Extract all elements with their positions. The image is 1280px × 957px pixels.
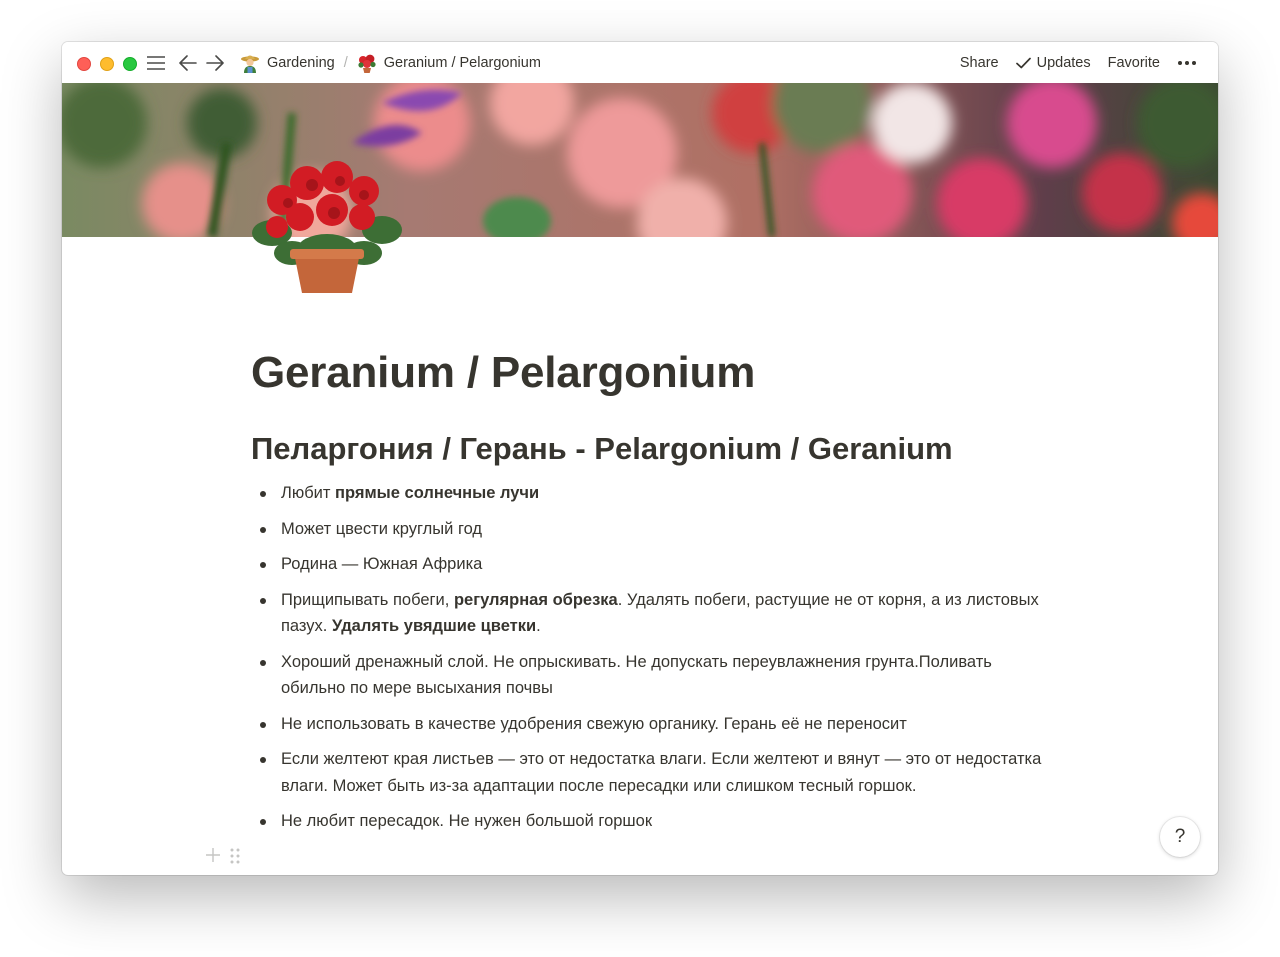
list-item[interactable]: Любит прямые солнечные лучи bbox=[251, 480, 1051, 507]
favorite-button[interactable]: Favorite bbox=[1108, 55, 1160, 71]
bold-text: регулярная обрезка bbox=[453, 590, 618, 609]
breadcrumb-label: Gardening bbox=[267, 54, 335, 71]
minimize-window-button[interactable] bbox=[100, 57, 114, 71]
breadcrumb-item-geranium[interactable]: Geranium / Pelargonium bbox=[353, 51, 545, 75]
forward-arrow-icon[interactable] bbox=[205, 52, 225, 73]
add-block-icon[interactable] bbox=[206, 848, 220, 869]
breadcrumb-label: Geranium / Pelargonium bbox=[383, 54, 541, 71]
topbar-actions: Share Updates Favorite bbox=[943, 52, 1196, 73]
list-item[interactable]: Хороший дренажный слой. Не опрыскивать. … bbox=[251, 649, 1051, 702]
list-item[interactable]: Может цвести круглый год bbox=[251, 516, 1051, 543]
list-item[interactable]: Прищипывать побеги, регулярная обрезка. … bbox=[251, 587, 1051, 640]
list-item-text: Может цвести круглый год bbox=[281, 519, 483, 538]
breadcrumb-separator: / bbox=[343, 54, 348, 71]
list-item[interactable]: Не использовать в качестве удобрения све… bbox=[251, 711, 1051, 738]
list-item[interactable]: Если желтеют края листьев — это от недос… bbox=[251, 746, 1051, 799]
close-window-button[interactable] bbox=[77, 57, 91, 71]
check-icon bbox=[1015, 57, 1031, 69]
updates-label: Updates bbox=[1036, 54, 1091, 71]
page-content: Geranium / Pelargonium Пеларгония / Гера… bbox=[251, 342, 1051, 844]
updates-button[interactable]: Updates bbox=[1015, 54, 1091, 71]
geranium-emoji-icon bbox=[357, 53, 377, 73]
block-handles bbox=[206, 848, 240, 869]
cover-image[interactable] bbox=[62, 83, 1218, 237]
breadcrumb: Gardening / Geranium / Pelargonium bbox=[236, 52, 545, 73]
list-item-text: Не любит пересадок. Не нужен большой гор… bbox=[281, 812, 653, 830]
breadcrumb-item-gardening[interactable]: Gardening bbox=[236, 51, 339, 75]
app-window: Gardening / Geranium / Pelargonium Share… bbox=[62, 42, 1218, 875]
list-item-text: Родина — Южная Африка bbox=[281, 555, 483, 573]
sidebar-menu-icon[interactable] bbox=[146, 52, 166, 73]
list-item-text: Хороший дренажный слой. Не опрыскивать. … bbox=[281, 652, 992, 698]
list-item-text: Прищипывать побеги, bbox=[281, 590, 454, 609]
gardener-emoji-icon bbox=[240, 53, 260, 73]
list-item[interactable]: Не любит пересадок. Не нужен большой гор… bbox=[251, 808, 1051, 835]
heading-block[interactable]: Пеларгония / Герань - Pelargonium / Gera… bbox=[251, 428, 1051, 470]
list-item[interactable]: Родина — Южная Африка bbox=[251, 551, 1051, 578]
list-item-text: Любит bbox=[281, 484, 336, 502]
title-bar: Gardening / Geranium / Pelargonium Share… bbox=[62, 42, 1218, 83]
window-controls bbox=[77, 57, 137, 71]
list-item-text: Не использовать в качестве удобрения све… bbox=[281, 714, 907, 733]
page-title[interactable]: Geranium / Pelargonium bbox=[251, 342, 1051, 404]
help-button[interactable]: ? bbox=[1160, 817, 1200, 857]
list-item-text: Если желтеют края листьев — это от недос… bbox=[281, 750, 1042, 795]
maximize-window-button[interactable] bbox=[123, 57, 137, 71]
back-arrow-icon[interactable] bbox=[178, 52, 198, 73]
bulleted-list: Любит прямые солнечные лучи Может цвести … bbox=[251, 480, 1051, 835]
bold-text: Удалять увядшие цветки bbox=[331, 617, 537, 635]
page-icon-geranium[interactable] bbox=[252, 155, 402, 295]
share-button[interactable]: Share bbox=[960, 55, 999, 71]
more-options-icon[interactable] bbox=[1178, 60, 1196, 65]
list-item-text: . bbox=[536, 617, 541, 635]
bold-text: прямые солнечные лучи bbox=[335, 484, 540, 502]
drag-handle-icon[interactable] bbox=[230, 848, 240, 869]
